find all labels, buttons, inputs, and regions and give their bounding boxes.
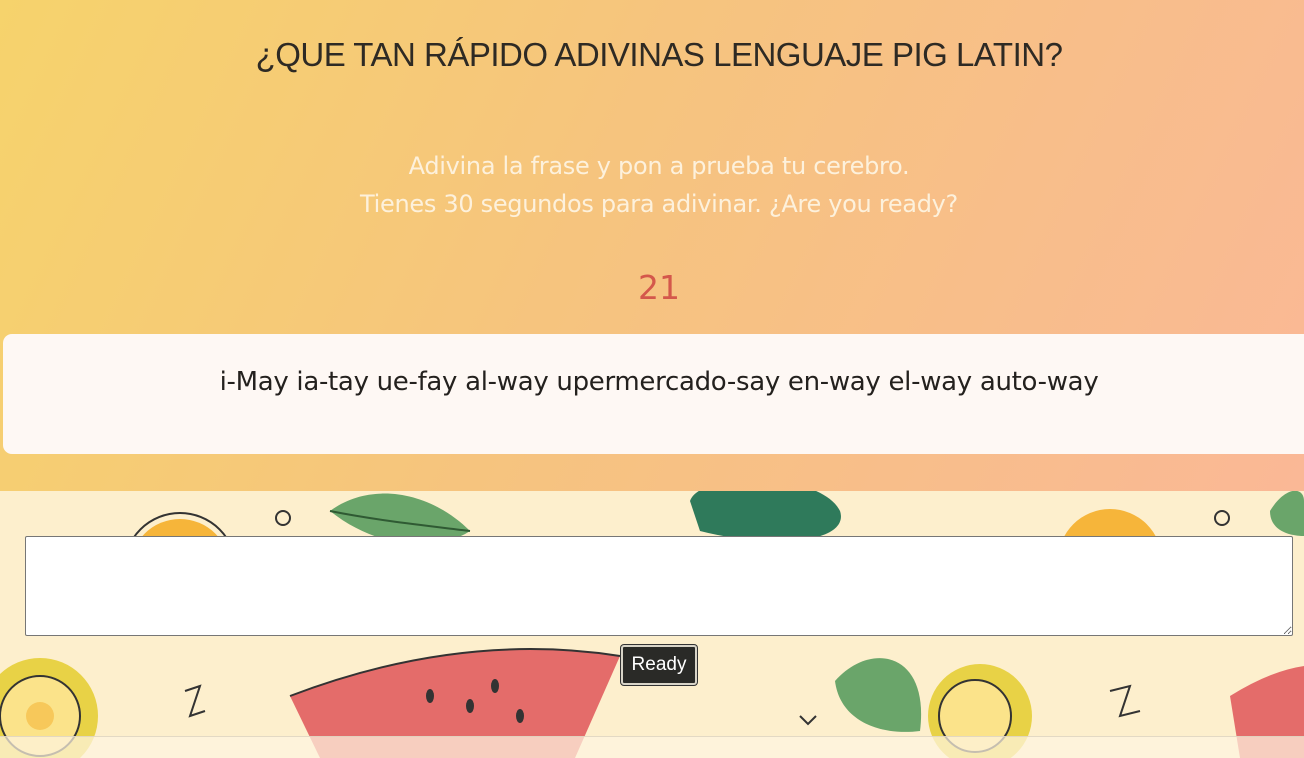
countdown-timer: 21 <box>638 268 680 307</box>
page-title: ¿QUE TAN RÁPIDO ADIVINAS LENGUAJE PIG LA… <box>255 36 1063 73</box>
instructions: Adivina la frase y pon a prueba tu cereb… <box>0 147 1304 223</box>
phrase-card: i-May ia-tay ue-fay al-way upermercado-s… <box>3 334 1304 454</box>
instructions-line-1: Adivina la frase y pon a prueba tu cereb… <box>408 152 910 180</box>
ready-button[interactable]: Ready <box>621 645 697 685</box>
pig-latin-phrase: i-May ia-tay ue-fay al-way upermercado-s… <box>219 367 1099 397</box>
artichoke-icon <box>690 491 841 542</box>
footer-strip <box>0 736 1304 758</box>
answer-input[interactable] <box>25 536 1293 636</box>
hero-section: ¿QUE TAN RÁPIDO ADIVINAS LENGUAJE PIG LA… <box>0 0 1304 491</box>
instructions-line-2: Tienes 30 segundos para adivinar. ¿Are y… <box>360 190 958 218</box>
